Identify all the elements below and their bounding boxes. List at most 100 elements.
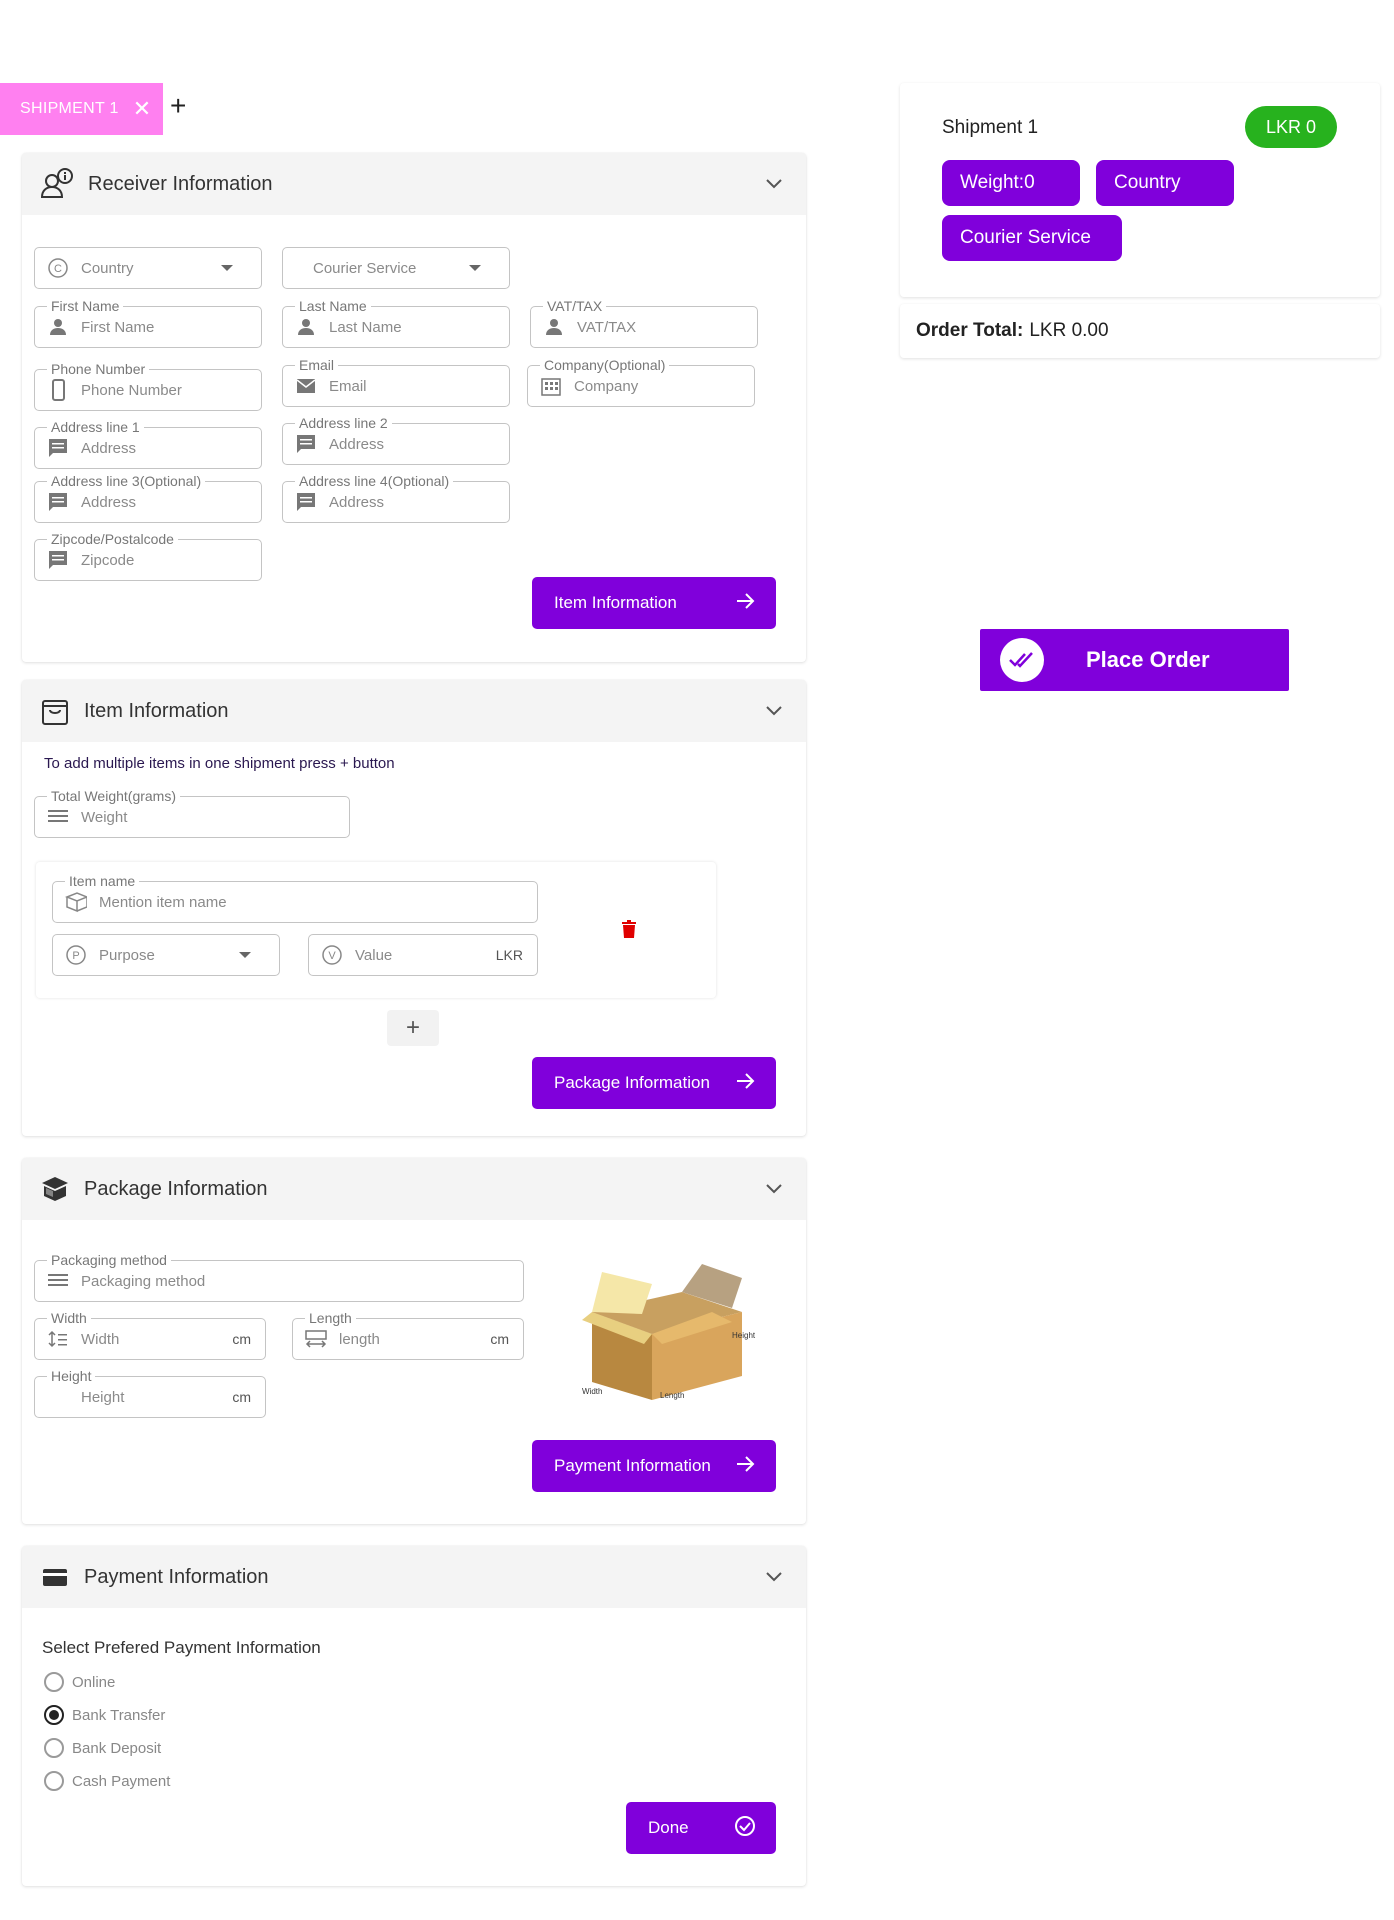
item-name-field[interactable]: Item name Mention item name	[52, 872, 538, 923]
radio-icon	[44, 1738, 64, 1758]
first-name-field[interactable]: First Name First Name	[34, 297, 262, 348]
payment-information-button[interactable]: Payment Information	[532, 1440, 776, 1492]
courier-service-chip: Courier Service	[942, 215, 1122, 261]
address-line-4-field[interactable]: Address line 4(Optional) Address	[282, 472, 510, 523]
packaging-method-field[interactable]: Packaging method Packaging method	[34, 1251, 524, 1302]
payment-option-bank-deposit[interactable]: Bank Deposit	[44, 1738, 161, 1758]
item-information-button[interactable]: Item Information	[532, 577, 776, 629]
radio-icon	[44, 1771, 64, 1791]
receiver-panel: Receiver Information C Country Courier S…	[22, 153, 806, 662]
chevron-down-icon[interactable]	[762, 1564, 786, 1593]
person-icon	[47, 316, 69, 338]
payment-option-bank-transfer[interactable]: Bank Transfer	[44, 1705, 165, 1725]
package-header[interactable]: Package Information	[22, 1158, 806, 1220]
double-check-icon	[1000, 638, 1044, 682]
order-total: Order Total: LKR 0.00	[900, 304, 1380, 358]
lines-icon	[47, 806, 69, 828]
multiple-items-hint: To add multiple items in one shipment pr…	[44, 755, 395, 772]
payment-panel: Payment Information Select Prefered Paym…	[22, 1546, 806, 1886]
phone-number-field[interactable]: Phone Number Phone Number	[34, 360, 262, 411]
package-panel: Package Information Packaging method Pac…	[22, 1158, 806, 1524]
add-shipment-button[interactable]: +	[170, 92, 186, 120]
message-icon	[47, 437, 69, 459]
close-icon[interactable]: ✕	[133, 98, 152, 120]
box-height-label: Height	[732, 1331, 756, 1340]
box-icon	[65, 891, 87, 913]
circle-p-icon: P	[65, 944, 87, 966]
chevron-down-icon[interactable]	[762, 171, 786, 200]
payment-prompt: Select Prefered Payment Information	[42, 1638, 321, 1657]
person-icon	[295, 316, 317, 338]
courier-service-select[interactable]: Courier Service	[282, 247, 510, 289]
open-box-icon	[40, 1174, 70, 1204]
price-badge: LKR 0	[1245, 106, 1337, 148]
order-total-label: Order Total:	[916, 320, 1024, 341]
address-line-3-field[interactable]: Address line 3(Optional) Address	[34, 472, 262, 523]
message-icon	[47, 491, 69, 513]
vat-tax-field[interactable]: VAT/TAX VAT/TAX	[530, 297, 758, 348]
message-icon	[295, 433, 317, 455]
check-circle-icon	[734, 1815, 756, 1842]
address-line-2-field[interactable]: Address line 2 Address	[282, 414, 510, 465]
item-header[interactable]: Item Information	[22, 680, 806, 742]
radio-selected-icon	[44, 1705, 64, 1725]
last-name-field[interactable]: Last Name Last Name	[282, 297, 510, 348]
value-field[interactable]: V Value LKR	[308, 934, 538, 976]
payment-option-online[interactable]: Online	[44, 1672, 115, 1692]
caret-down-icon	[469, 265, 481, 271]
building-icon	[540, 375, 562, 397]
package-title: Package Information	[84, 1177, 268, 1200]
item-panel: Item Information To add multiple items i…	[22, 680, 806, 1136]
shipment-summary-card: Shipment 1 LKR 0 Weight:0 Country Courie…	[900, 83, 1380, 297]
box-dimensions-illustration: Height Width Length	[562, 1252, 762, 1412]
copyright-c-icon: C	[47, 257, 69, 279]
country-chip: Country	[1096, 160, 1234, 206]
add-item-button[interactable]: +	[387, 1010, 439, 1046]
width-arrows-icon	[305, 1328, 327, 1350]
zipcode-field[interactable]: Zipcode/Postalcode Zipcode	[34, 530, 262, 581]
package-information-button[interactable]: Package Information	[532, 1057, 776, 1109]
caret-down-icon	[221, 265, 233, 271]
payment-option-cash-payment[interactable]: Cash Payment	[44, 1771, 170, 1791]
summary-title: Shipment 1	[942, 117, 1039, 138]
payment-title: Payment Information	[84, 1565, 269, 1588]
box-length-label: Length	[660, 1391, 684, 1400]
purpose-select[interactable]: P Purpose	[52, 934, 280, 976]
company-field[interactable]: Company(Optional) Company	[527, 356, 755, 407]
delete-item-icon[interactable]	[622, 920, 636, 943]
shopping-bag-icon	[40, 696, 70, 726]
circle-v-icon: V	[321, 944, 343, 966]
message-icon	[295, 491, 317, 513]
mail-icon	[295, 375, 317, 397]
svg-text:V: V	[328, 950, 336, 962]
width-field[interactable]: Width Width cm	[34, 1309, 266, 1360]
total-weight-field[interactable]: Total Weight(grams) Weight	[34, 787, 350, 838]
arrow-right-icon	[734, 590, 756, 617]
place-order-button[interactable]: Place Order	[980, 629, 1289, 691]
chevron-down-icon[interactable]	[762, 1176, 786, 1205]
payment-header[interactable]: Payment Information	[22, 1546, 806, 1608]
arrow-right-icon	[734, 1453, 756, 1480]
receiver-header[interactable]: Receiver Information	[22, 153, 806, 215]
address-line-1-field[interactable]: Address line 1 Address	[34, 418, 262, 469]
phone-icon	[47, 379, 69, 401]
done-button[interactable]: Done	[626, 1802, 776, 1854]
receiver-info-icon	[40, 167, 74, 201]
person-icon	[543, 316, 565, 338]
tab-label: SHIPMENT 1	[20, 100, 119, 117]
caret-down-icon	[239, 952, 251, 958]
line-height-icon	[47, 1328, 69, 1350]
radio-icon	[44, 1672, 64, 1692]
receiver-title: Receiver Information	[88, 172, 273, 195]
length-field[interactable]: Length length cm	[292, 1309, 524, 1360]
lines-icon	[47, 1270, 69, 1292]
chevron-down-icon[interactable]	[762, 698, 786, 727]
tab-shipment-1[interactable]: SHIPMENT 1 ✕	[0, 83, 163, 135]
weight-chip: Weight:0	[942, 160, 1080, 206]
email-field[interactable]: Email Email	[282, 356, 510, 407]
height-field[interactable]: Height Height cm	[34, 1367, 266, 1418]
item-title: Item Information	[84, 699, 229, 722]
box-width-label: Width	[582, 1387, 602, 1396]
country-select[interactable]: C Country	[34, 247, 262, 289]
message-icon	[47, 549, 69, 571]
